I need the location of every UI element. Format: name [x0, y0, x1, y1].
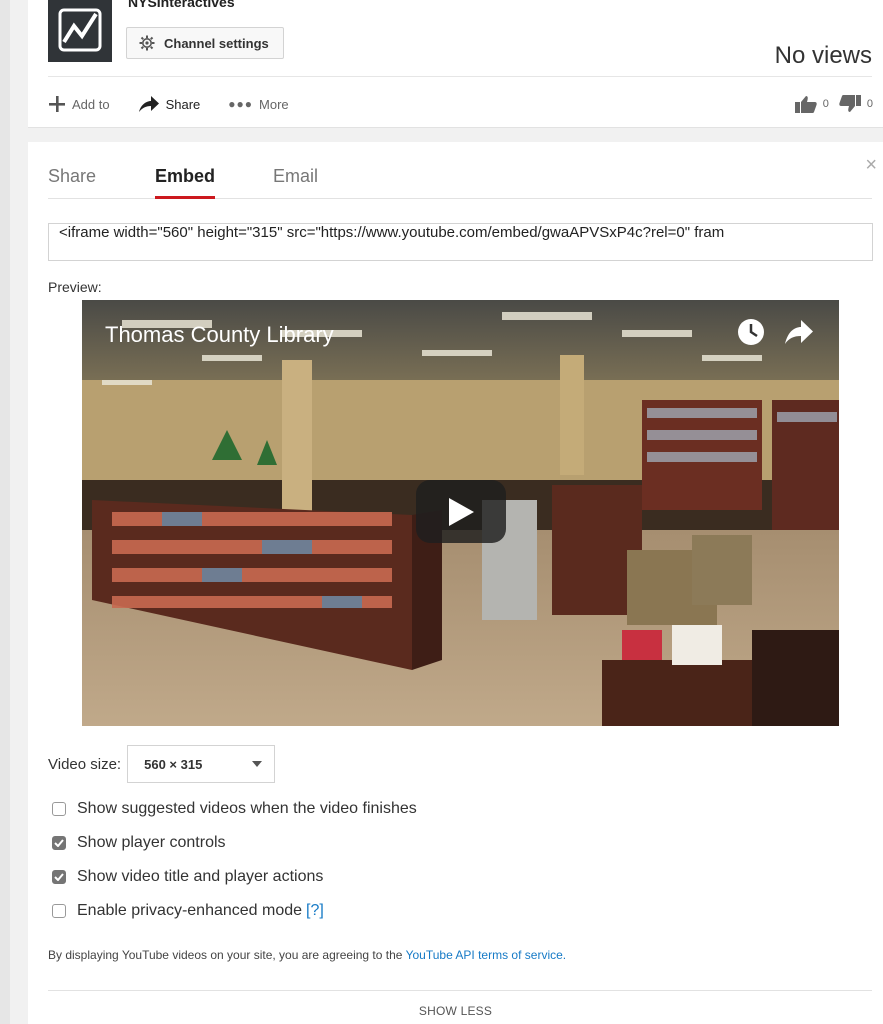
tab-share[interactable]: Share: [48, 166, 96, 199]
caret-down-icon: [252, 761, 263, 767]
checkbox-suggested-videos[interactable]: [52, 802, 66, 816]
preview-label: Preview:: [48, 279, 102, 295]
video-size-label: Video size:: [48, 755, 122, 773]
add-to-label: Add to: [72, 96, 110, 112]
thumbs-down-icon: [839, 95, 861, 112]
view-count: No views: [774, 42, 872, 69]
share-tabs: Share Embed Email: [48, 142, 872, 199]
terms-text: By displaying YouTube videos on your sit…: [48, 948, 403, 962]
video-size-row: Video size: 560 × 315: [48, 745, 276, 783]
tab-embed[interactable]: Embed: [155, 166, 216, 199]
divider: [48, 76, 872, 77]
channel-avatar[interactable]: [48, 0, 112, 62]
thumbs-up-icon: [794, 96, 817, 113]
channel-name[interactable]: NYSInteractives: [128, 0, 235, 8]
channel-settings-label: Channel settings: [164, 35, 269, 51]
video-preview[interactable]: Thomas County Library: [82, 300, 839, 726]
option-label: Show player controls: [77, 834, 226, 851]
more-label: More: [259, 96, 289, 112]
more-dots-icon: ●●●: [228, 97, 254, 111]
video-title[interactable]: Thomas County Library: [105, 322, 334, 348]
channel-logo-icon: [58, 8, 102, 52]
share-panel: Share Embed Email × <iframe width="560" …: [28, 142, 883, 1024]
option-player-controls[interactable]: Show player controls: [52, 833, 226, 853]
option-privacy-mode[interactable]: Enable privacy-enhanced mode [?]: [52, 901, 324, 921]
like-count: 0: [822, 98, 829, 110]
video-size-value: 560 × 315: [144, 756, 203, 772]
checkbox-title-actions[interactable]: [52, 870, 66, 884]
action-bar: Add to Share ●●● More 0 0: [48, 90, 873, 118]
terms-notice: By displaying YouTube videos on your sit…: [48, 948, 566, 962]
share-button[interactable]: Share: [138, 95, 201, 113]
checkmark-icon: [54, 873, 64, 881]
checkbox-privacy-mode[interactable]: [52, 904, 66, 918]
video-owner-card: NYSInteractives Channel settings No view…: [28, 0, 883, 128]
option-label: Enable privacy-enhanced mode: [77, 902, 303, 919]
like-button[interactable]: 0: [794, 95, 829, 113]
share-arrow-icon: [138, 96, 159, 112]
option-suggested-videos[interactable]: Show suggested videos when the video fin…: [52, 799, 417, 819]
play-icon: [449, 497, 474, 526]
plus-icon: [49, 96, 65, 112]
option-title-actions[interactable]: Show video title and player actions: [52, 867, 323, 887]
more-button[interactable]: ●●● More: [228, 97, 288, 112]
play-button[interactable]: [416, 480, 506, 543]
tab-email[interactable]: Email: [273, 166, 318, 199]
embed-code-field[interactable]: <iframe width="560" height="315" src="ht…: [48, 223, 873, 261]
channel-settings-button[interactable]: Channel settings: [126, 27, 284, 59]
share-label: Share: [165, 96, 201, 112]
privacy-help-link[interactable]: [?]: [306, 902, 324, 920]
divider: [48, 990, 872, 991]
dislike-count: 0: [866, 98, 873, 110]
share-arrow-icon[interactable]: [784, 319, 814, 345]
option-label: Show video title and player actions: [77, 868, 324, 885]
option-label: Show suggested videos when the video fin…: [77, 800, 417, 817]
close-icon[interactable]: ×: [865, 154, 877, 177]
video-size-select[interactable]: 560 × 315: [127, 745, 276, 783]
checkmark-icon: [54, 839, 64, 847]
checkbox-player-controls[interactable]: [52, 836, 66, 850]
left-scroll-gutter: [0, 0, 10, 1024]
rating-group: 0 0: [794, 95, 873, 113]
gear-icon: [139, 35, 155, 51]
show-less-button[interactable]: SHOW LESS: [28, 1004, 883, 1018]
terms-link[interactable]: YouTube API terms of service.: [406, 948, 567, 962]
add-to-button[interactable]: Add to: [48, 95, 110, 113]
clock-icon[interactable]: [736, 317, 766, 347]
dislike-button[interactable]: 0: [839, 95, 873, 113]
